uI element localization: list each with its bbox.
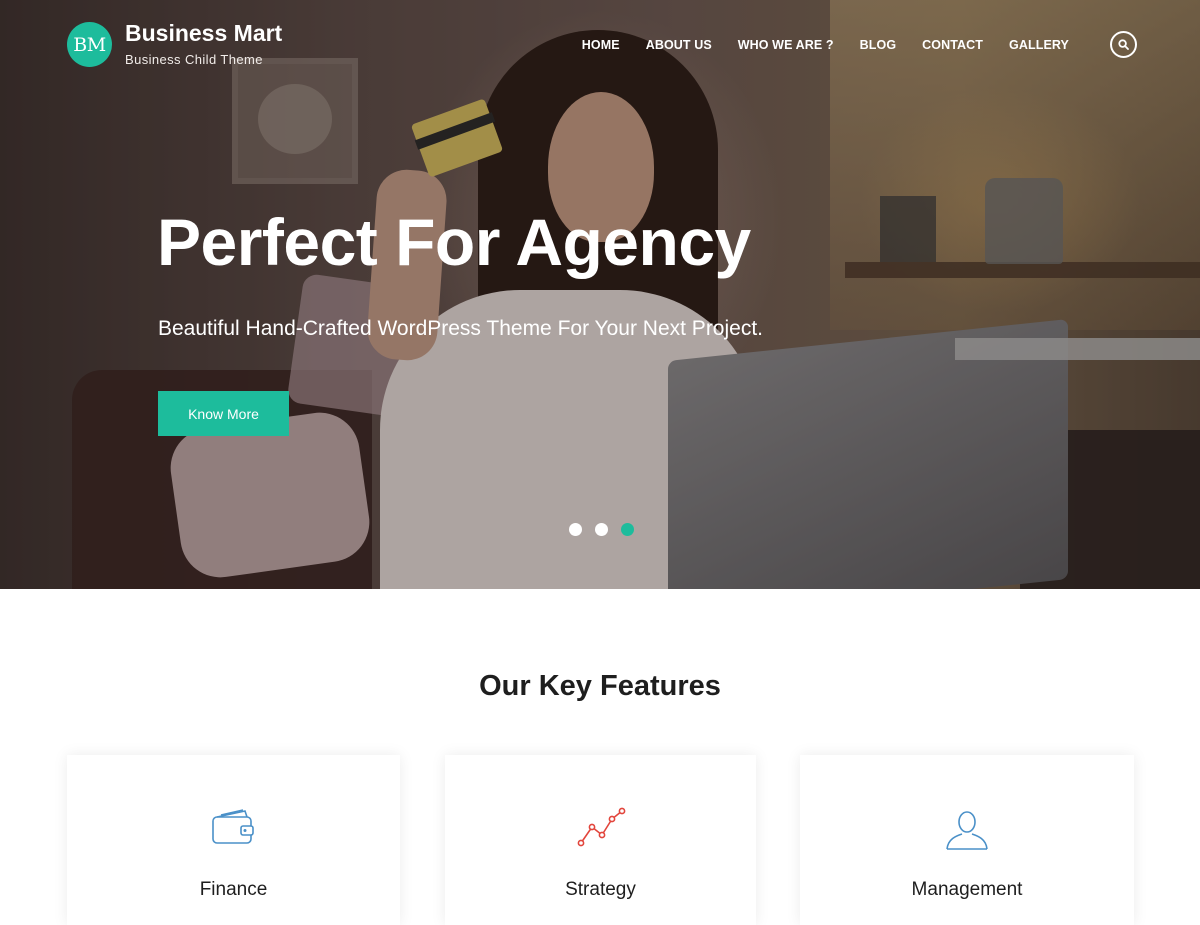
feature-name: Finance — [199, 879, 268, 900]
user-icon — [946, 811, 988, 850]
know-more-button[interactable]: Know More — [158, 391, 289, 436]
nav-gallery[interactable]: GALLERY — [996, 37, 1082, 53]
nav-blog[interactable]: BLOG — [847, 37, 910, 53]
nav-home[interactable]: HOME — [569, 37, 633, 53]
site-tagline: Business Child Theme — [125, 52, 263, 67]
nav-contact[interactable]: CONTACT — [909, 37, 996, 53]
wallet-icon — [211, 809, 254, 844]
slider-dot-1[interactable] — [569, 523, 582, 536]
trend-chart-icon — [577, 807, 625, 847]
hero-subtitle: Beautiful Hand-Crafted WordPress Theme F… — [158, 317, 764, 340]
slider-dot-3[interactable] — [621, 523, 634, 536]
slider-dot-2[interactable] — [595, 523, 608, 536]
hero-slider: BM Business Mart Business Child Theme HO… — [0, 0, 1200, 589]
main-nav: HOME ABOUT US WHO WE ARE ? BLOG CONTACT … — [569, 37, 1082, 53]
search-icon — [1118, 39, 1129, 50]
search-button[interactable] — [1110, 31, 1137, 58]
hero-title: Perfect For Agency — [157, 205, 751, 279]
feature-name: Management — [911, 879, 1023, 900]
site-logo[interactable]: BM — [67, 22, 112, 67]
features-heading: Our Key Features — [479, 670, 721, 702]
feature-name: Strategy — [565, 879, 636, 900]
nav-who-we-are[interactable]: WHO WE ARE ? — [725, 37, 847, 53]
slider-pagination — [569, 523, 634, 536]
nav-about-us[interactable]: ABOUT US — [633, 37, 725, 53]
site-title[interactable]: Business Mart — [125, 20, 282, 47]
hero-overlay — [0, 0, 1200, 589]
